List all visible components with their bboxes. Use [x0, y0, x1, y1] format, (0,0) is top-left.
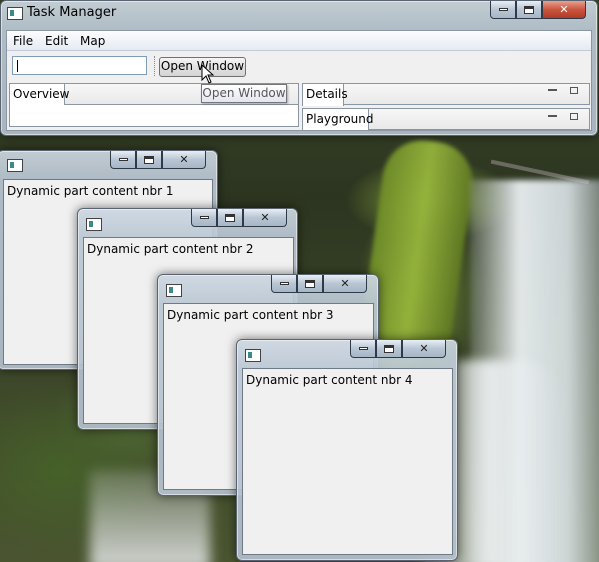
close-button[interactable]: ✕	[243, 209, 287, 227]
titlebar[interactable]: Task Manager ✕	[1, 1, 597, 25]
minimize-icon	[199, 216, 209, 219]
overview-panel	[9, 105, 299, 127]
maximize-button[interactable]	[136, 151, 162, 169]
toolbar-separator	[154, 56, 157, 76]
tab-details[interactable]: Details	[302, 83, 348, 106]
close-icon: ✕	[340, 277, 350, 290]
dynamic-content: Dynamic part content nbr 1	[7, 184, 174, 198]
dynamic-content: Dynamic part content nbr 3	[167, 308, 334, 322]
tab-playground[interactable]: Playground	[302, 108, 373, 130]
maximize-button[interactable]	[297, 275, 323, 293]
titlebar[interactable]: ✕	[237, 340, 457, 364]
minimize-button[interactable]	[191, 209, 217, 227]
app-icon[interactable]	[7, 7, 23, 20]
caption-buttons: ✕	[271, 275, 367, 294]
maximize-icon	[384, 344, 394, 353]
minimize-icon	[118, 158, 128, 161]
maximize-button[interactable]	[217, 209, 243, 227]
maximize-icon	[225, 213, 235, 222]
caption-buttons: ✕	[350, 340, 446, 359]
minimize-icon	[358, 347, 368, 350]
minimize-button[interactable]	[350, 340, 376, 358]
minimize-button[interactable]	[110, 151, 136, 169]
maximize-icon	[524, 5, 534, 14]
minimize-icon	[498, 8, 508, 11]
close-button[interactable]: ✕	[323, 275, 367, 293]
close-button[interactable]: ✕	[542, 1, 586, 19]
close-button[interactable]: ✕	[162, 151, 206, 169]
titlebar[interactable]: ✕	[0, 151, 217, 175]
details-minimize-icon[interactable]	[548, 89, 557, 91]
minimize-button[interactable]	[490, 1, 516, 19]
close-icon: ✕	[559, 3, 569, 16]
search-input[interactable]	[12, 56, 147, 75]
maximize-button[interactable]	[376, 340, 402, 358]
titlebar[interactable]: ✕	[158, 275, 378, 299]
app-icon[interactable]	[245, 349, 261, 362]
close-icon: ✕	[260, 211, 270, 224]
caption-buttons: ✕	[490, 1, 586, 20]
maximize-icon	[305, 279, 315, 288]
app-icon[interactable]	[166, 284, 182, 297]
text-caret	[17, 60, 18, 72]
app-icon[interactable]	[7, 159, 23, 172]
playground-maximize-icon[interactable]	[570, 113, 578, 120]
menu-bar: File Edit Map	[7, 31, 591, 51]
window-title: Task Manager	[27, 5, 117, 20]
menu-edit[interactable]: Edit	[45, 34, 68, 48]
task-manager-window: Task Manager ✕ File Edit Map Open Window…	[0, 0, 598, 136]
tab-overview[interactable]: Overview	[9, 83, 70, 106]
caption-buttons: ✕	[191, 209, 287, 228]
maximize-button[interactable]	[516, 1, 542, 19]
minimize-button[interactable]	[271, 275, 297, 293]
main-client-area: File Edit Map Open Window Overview Detai…	[6, 30, 592, 131]
dynamic-window-4: ✕ Dynamic part content nbr 4	[236, 339, 458, 561]
menu-file[interactable]: File	[13, 34, 33, 48]
playground-minimize-icon[interactable]	[548, 115, 557, 117]
titlebar[interactable]: ✕	[78, 209, 297, 233]
close-icon: ✕	[179, 153, 189, 166]
dynamic-client-area: Dynamic part content nbr 4	[242, 368, 453, 555]
mouse-pointer-icon	[201, 64, 215, 84]
dynamic-content: Dynamic part content nbr 2	[87, 242, 254, 256]
open-window-tooltip: Open Window	[201, 84, 287, 103]
dynamic-content: Dynamic part content nbr 4	[246, 373, 413, 387]
close-button[interactable]: ✕	[402, 340, 446, 358]
details-maximize-icon[interactable]	[570, 87, 578, 94]
minimize-icon	[279, 282, 289, 285]
close-icon: ✕	[419, 342, 429, 355]
maximize-icon	[144, 155, 154, 164]
caption-buttons: ✕	[110, 151, 206, 170]
app-icon[interactable]	[86, 218, 102, 231]
menu-map[interactable]: Map	[80, 34, 105, 48]
